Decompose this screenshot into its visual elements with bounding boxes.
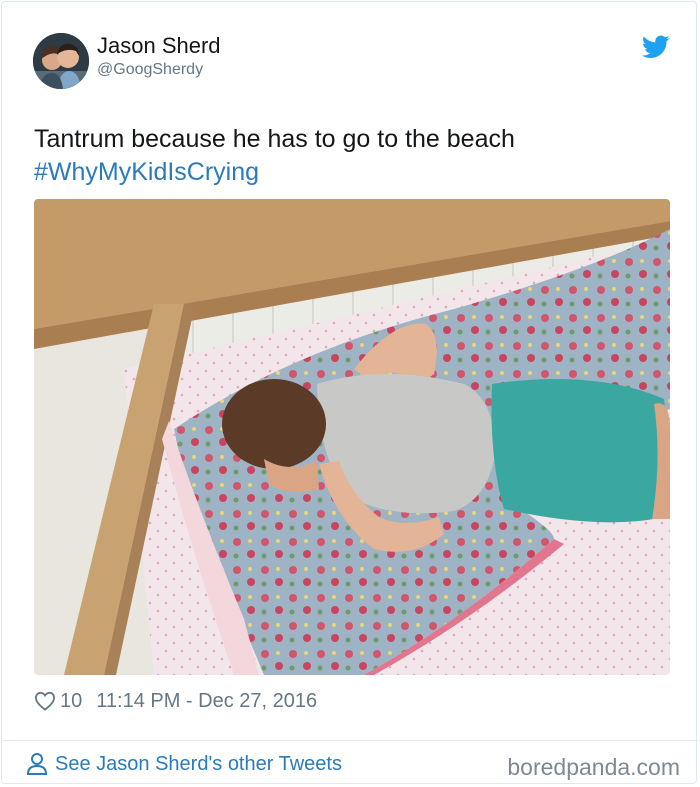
avatar[interactable] — [33, 33, 89, 89]
twitter-bird-icon[interactable] — [642, 35, 670, 59]
user-handle[interactable]: @GoogSherdy — [97, 61, 203, 79]
user-name[interactable]: Jason Sherd — [97, 33, 221, 59]
person-icon — [26, 753, 48, 775]
avatar-photo — [33, 33, 89, 89]
heart-icon[interactable] — [34, 691, 56, 711]
tweet-card: Jason Sherd @GoogSherdy Tantrum because … — [1, 1, 699, 784]
footer-divider — [3, 740, 699, 741]
tweet-timestamp[interactable]: 11:14 PM - Dec 27, 2016 — [96, 690, 317, 713]
tweet-text: Tantrum because he has to go to the beac… — [34, 125, 515, 153]
hashtag-link[interactable]: #WhyMyKidIsCrying — [34, 156, 515, 189]
brand-watermark: boredpanda.com — [507, 754, 680, 780]
tweet-meta: 10 11:14 PM - Dec 27, 2016 — [34, 688, 317, 714]
tweet-photo[interactable] — [34, 199, 670, 675]
photo-child-on-bed — [34, 199, 670, 675]
tweet-text-block: Tantrum because he has to go to the beac… — [34, 123, 515, 189]
like-count[interactable]: 10 — [60, 690, 82, 713]
see-other-tweets-label: See Jason Sherd's other Tweets — [55, 752, 342, 775]
see-other-tweets-link[interactable]: See Jason Sherd's other Tweets — [26, 752, 342, 776]
